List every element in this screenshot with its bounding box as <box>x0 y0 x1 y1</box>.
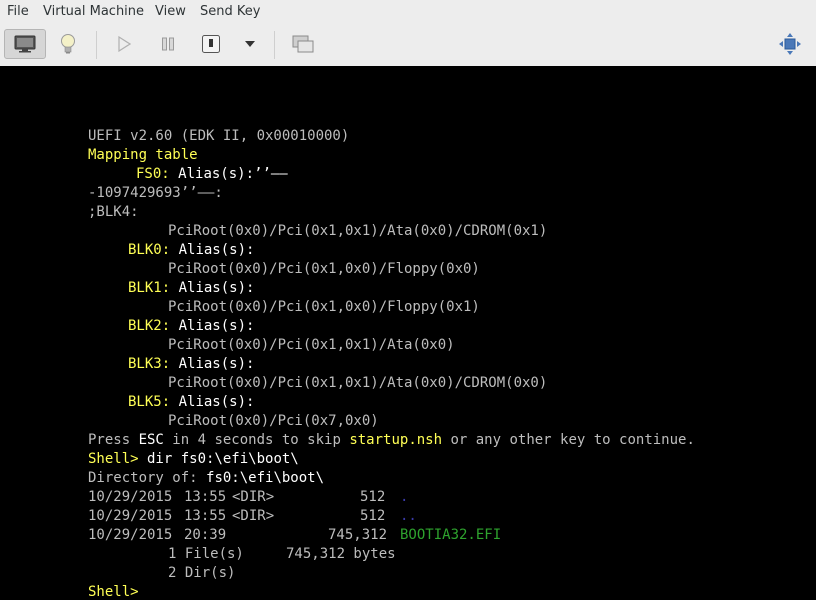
blk1-mapping-line: BLK1: Alias(s): <box>128 279 254 298</box>
blk5-label: BLK5: <box>128 394 171 410</box>
snapshots-button[interactable] <box>290 29 316 59</box>
entry-name: . <box>400 489 409 505</box>
entry-date: 10/29/2015 <box>88 527 173 543</box>
fs0-label: FS0: <box>136 166 170 182</box>
entry-time: 20:39 <box>184 527 227 543</box>
press-startup: startup.nsh <box>349 432 443 448</box>
vm-console[interactable]: UEFI v2.60 (EDK II, 0x00010000) Mapping … <box>0 66 816 600</box>
entry-time: 13:55 <box>184 508 227 524</box>
entry-date: 10/29/2015 <box>88 508 173 524</box>
menu-send-key[interactable]: Send Key <box>200 3 260 20</box>
blk0-alias: Alias(s): <box>178 242 255 258</box>
entry-size: 745,312 <box>328 527 388 543</box>
pause-button[interactable] <box>156 29 180 59</box>
blk1-label: BLK1: <box>128 280 171 296</box>
blk3-label: BLK3: <box>128 356 171 372</box>
entry-type: <DIR> <box>232 489 275 505</box>
blk3-path: PciRoot(0x0)/Pci(0x1,0x1)/Ata(0x0)/CDROM… <box>168 375 548 391</box>
menu-bar: File Virtual Machine View Send Key <box>0 0 816 23</box>
lightbulb-icon <box>61 34 75 54</box>
chevron-down-icon <box>245 41 255 47</box>
dir-entry-row: 10/29/2015 20:39 745,312 BOOTIA32.EFI <box>88 526 688 545</box>
blk0-path: PciRoot(0x0)/Pci(0x1,0x0)/Floppy(0x0) <box>168 261 480 277</box>
shutdown-button[interactable] <box>198 29 224 59</box>
monitor-icon <box>14 35 36 53</box>
pause-icon <box>162 37 174 51</box>
console-view-button[interactable] <box>4 29 46 59</box>
command-text: dir fs0:\efi\boot\ <box>138 451 299 467</box>
details-view-button[interactable] <box>54 29 82 59</box>
run-button[interactable] <box>112 29 136 59</box>
command-line: Shell> dir fs0:\efi\boot\ <box>88 450 299 469</box>
final-shell-prompt: Shell> <box>88 584 139 600</box>
summary-files: 1 File(s) 745,312 bytes <box>168 546 396 562</box>
toolbar <box>0 23 816 67</box>
toolbar-separator <box>96 31 97 59</box>
blk4-path: PciRoot(0x0)/Pci(0x1,0x1)/Ata(0x0)/CDROM… <box>168 223 548 239</box>
power-icon <box>202 35 220 53</box>
press-pre: Press <box>88 432 139 448</box>
blk5-mapping-line: BLK5: Alias(s): <box>128 393 254 412</box>
dir-entry-row: 10/29/2015 13:55 <DIR> 512 .. <box>88 507 688 526</box>
snapshots-icon <box>292 35 314 53</box>
blk1-alias: Alias(s): <box>178 280 255 296</box>
entry-name: .. <box>400 508 417 524</box>
blk2-path: PciRoot(0x0)/Pci(0x1,0x1)/Ata(0x0) <box>168 337 455 353</box>
mapping-table-title: Mapping table <box>88 147 198 163</box>
blk4-line: ;BLK4: <box>88 204 139 220</box>
press-esc: ESC <box>138 432 164 448</box>
menu-view[interactable]: View <box>155 3 186 20</box>
blk2-mapping-line: BLK2: Alias(s): <box>128 317 254 336</box>
dir-of-path: fs0:\efi\boot\ <box>206 470 325 486</box>
blk3-alias: Alias(s): <box>178 356 255 372</box>
blk2-label: BLK2: <box>128 318 171 334</box>
fs0-alias: Alias(s):’’—— <box>178 166 288 182</box>
play-icon <box>118 36 131 52</box>
summary-dirs: 2 Dir(s) <box>168 565 236 581</box>
shell-prompt: Shell> <box>88 451 139 467</box>
entry-size: 512 <box>360 508 386 524</box>
blk0-label: BLK0: <box>128 242 171 258</box>
shutdown-menu-button[interactable] <box>240 29 260 59</box>
entry-type: <DIR> <box>232 508 275 524</box>
fs0-mapping-line: FS0: Alias(s):’’—— <box>136 165 288 184</box>
uefi-version-line: UEFI v2.60 (EDK II, 0x00010000) <box>88 128 350 144</box>
fs0-alias-cont: -1097429693’’——: <box>88 185 223 201</box>
blk3-mapping-line: BLK3: Alias(s): <box>128 355 254 374</box>
press-mid: in 4 seconds to skip <box>163 432 350 448</box>
fullscreen-button[interactable] <box>776 29 804 59</box>
toolbar-separator <box>274 31 275 59</box>
blk0-mapping-line: BLK0: Alias(s): <box>128 241 254 260</box>
dir-entry-row: 10/29/2015 13:55 <DIR> 512 . <box>88 488 688 507</box>
dir-of-label: Directory of: <box>88 470 207 486</box>
directory-of-line: Directory of: fs0:\efi\boot\ <box>88 469 324 488</box>
blk2-alias: Alias(s): <box>178 318 255 334</box>
blk5-path: PciRoot(0x0)/Pci(0x7,0x0) <box>168 413 379 429</box>
blk5-alias: Alias(s): <box>178 394 255 410</box>
press-post: or any other key to continue. <box>442 432 695 448</box>
fullscreen-icon <box>779 33 801 55</box>
entry-time: 13:55 <box>184 489 227 505</box>
blk1-path: PciRoot(0x0)/Pci(0x1,0x0)/Floppy(0x1) <box>168 299 480 315</box>
entry-size: 512 <box>360 489 386 505</box>
menu-virtual-machine[interactable]: Virtual Machine <box>43 3 144 20</box>
entry-name: BOOTIA32.EFI <box>400 527 502 543</box>
menu-file[interactable]: File <box>7 3 29 20</box>
entry-date: 10/29/2015 <box>88 489 173 505</box>
press-esc-line: Press ESC in 4 seconds to skip startup.n… <box>88 431 695 450</box>
